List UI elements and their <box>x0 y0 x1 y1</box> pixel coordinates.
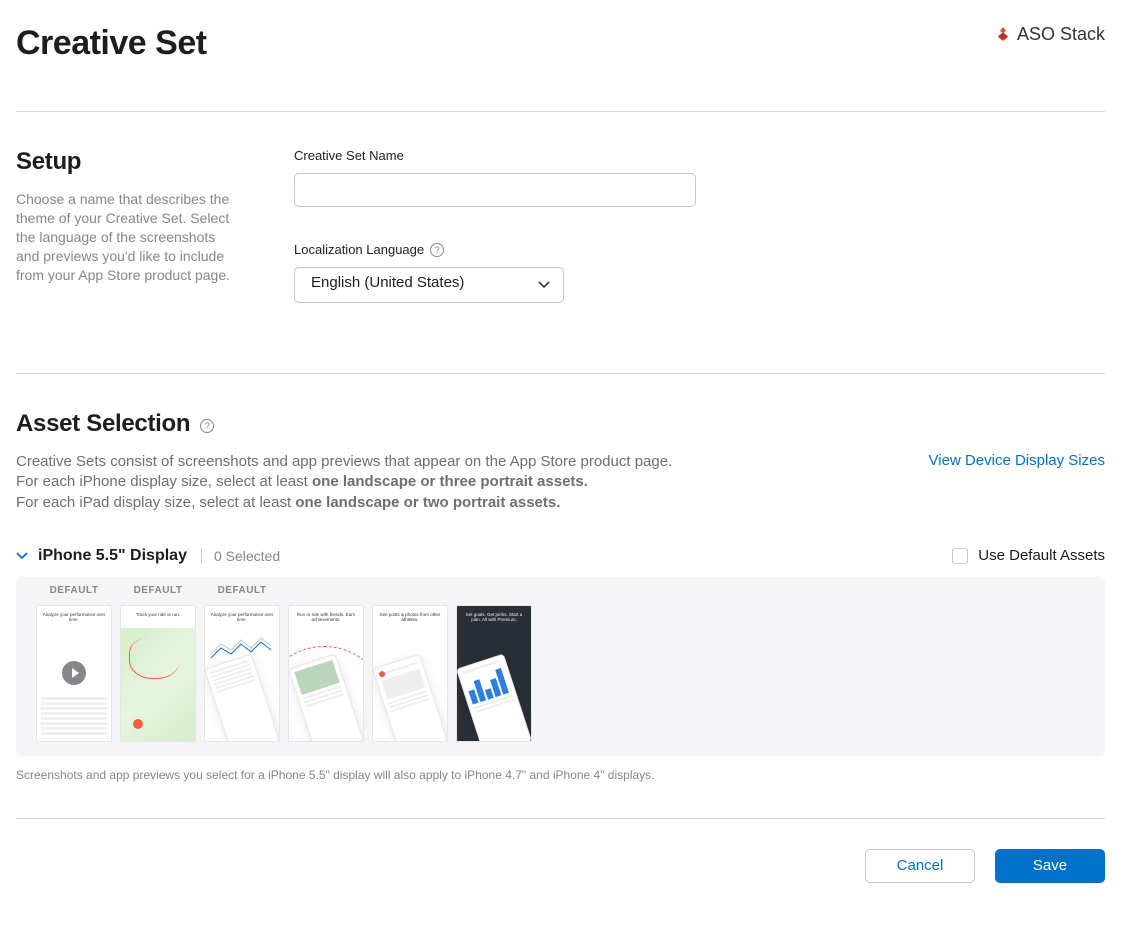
use-default-assets-checkbox[interactable] <box>952 548 968 564</box>
help-icon[interactable]: ? <box>430 243 444 257</box>
asset-item: Set goals. Get perks. Start a plan. All … <box>456 585 532 742</box>
page-title: Creative Set <box>16 24 207 63</box>
asset-default-label: DEFAULT <box>218 585 267 603</box>
setup-section: Setup Choose a name that describes the t… <box>16 112 1105 373</box>
setup-title: Setup <box>16 148 230 176</box>
selection-count: 0 Selected <box>201 548 280 564</box>
asset-item: DEFAULT Track your ride or run. <box>120 585 196 742</box>
gallery-note: Screenshots and app previews you select … <box>16 768 1105 782</box>
asset-selection-section: Asset Selection ? Creative Sets consist … <box>16 374 1105 818</box>
footer-actions: Cancel Save <box>16 819 1105 913</box>
localization-language-label: Localization Language ? <box>294 242 444 257</box>
asset-item: DEFAULT Analyze your performance over ti… <box>36 585 112 742</box>
asset-thumbnail[interactable]: See posts & photos from other athletes. <box>372 605 448 742</box>
save-button[interactable]: Save <box>995 849 1105 883</box>
brand-logo-icon <box>995 27 1011 43</box>
help-icon[interactable]: ? <box>200 419 214 433</box>
creative-set-name-label: Creative Set Name <box>294 148 1105 163</box>
use-default-assets-label: Use Default Assets <box>978 547 1105 564</box>
page-header: Creative Set ASO Stack <box>16 0 1105 111</box>
asset-selection-description: Creative Sets consist of screenshots and… <box>16 452 672 513</box>
asset-default-label: DEFAULT <box>134 585 183 603</box>
cancel-button[interactable]: Cancel <box>865 849 975 883</box>
asset-default-label: DEFAULT <box>50 585 99 603</box>
use-default-assets-row[interactable]: Use Default Assets <box>952 547 1105 564</box>
asset-thumbnail[interactable]: Track your ride or run. <box>120 605 196 742</box>
asset-gallery: DEFAULT Analyze your performance over ti… <box>16 577 1105 756</box>
setup-description: Choose a name that describes the theme o… <box>16 190 230 284</box>
asset-item: DEFAULT Analyze your performance over ti… <box>204 585 280 742</box>
asset-thumbnail-video[interactable]: Analyze your performance over time. <box>36 605 112 742</box>
localization-language-select[interactable]: English (United States) <box>294 267 564 303</box>
asset-thumbnail[interactable]: Run or ride with friends. Earn achieveme… <box>288 605 364 742</box>
brand: ASO Stack <box>995 24 1105 45</box>
play-icon <box>62 661 86 685</box>
disclosure-toggle[interactable] <box>16 552 28 560</box>
view-device-sizes-link[interactable]: View Device Display Sizes <box>929 452 1105 469</box>
creative-set-name-input[interactable] <box>294 173 696 207</box>
asset-thumbnail[interactable]: Analyze your performance over time. <box>204 605 280 742</box>
asset-item: See posts & photos from other athletes. <box>372 585 448 742</box>
asset-item: Run or ride with friends. Earn achieveme… <box>288 585 364 742</box>
asset-selection-title: Asset Selection <box>16 410 190 438</box>
asset-thumbnail[interactable]: Set goals. Get perks. Start a plan. All … <box>456 605 532 742</box>
display-size-title: iPhone 5.5" Display <box>38 547 187 565</box>
brand-text: ASO Stack <box>1017 24 1105 45</box>
